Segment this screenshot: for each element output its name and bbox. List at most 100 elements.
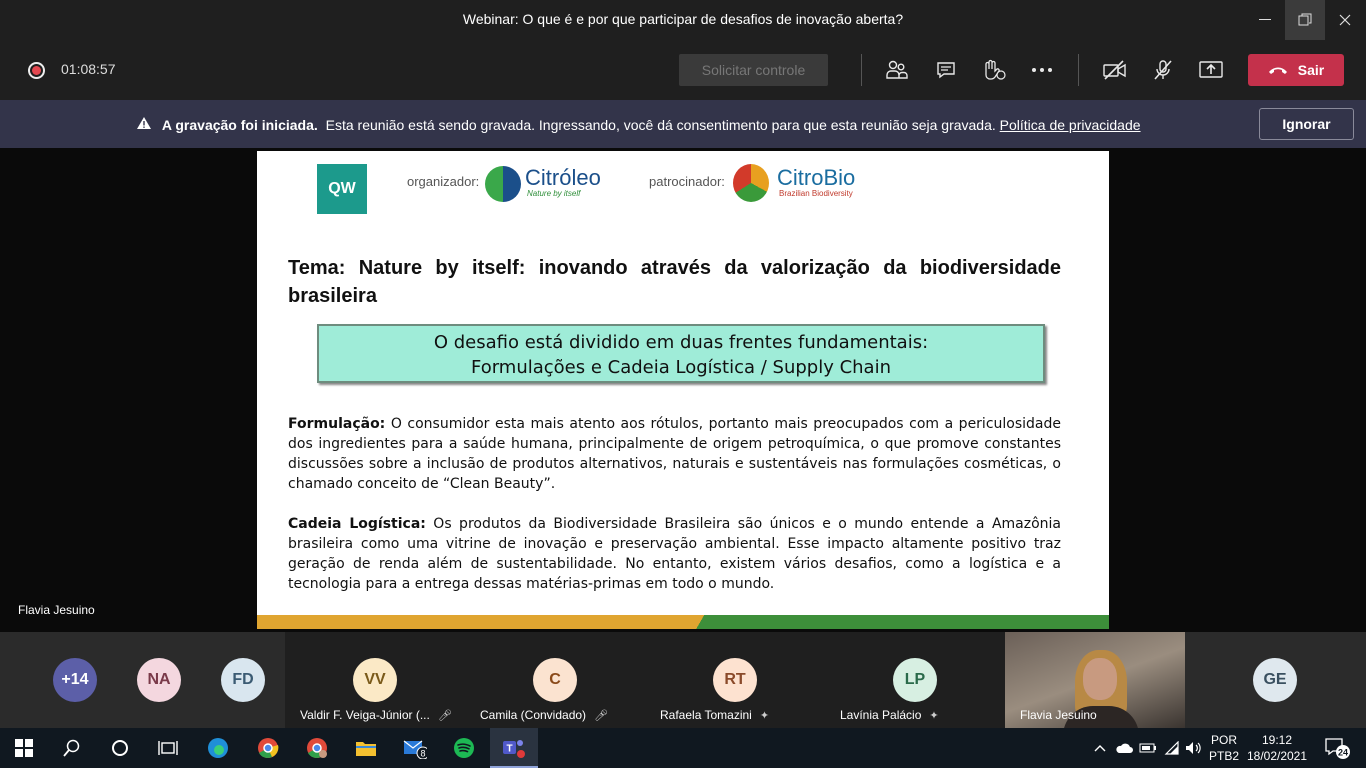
share-screen-icon [1199,61,1223,78]
camera-toggle-button[interactable] [1102,57,1128,83]
clock[interactable]: 19:12 18/02/2021 [1244,732,1310,764]
qw-logo: QW [317,164,367,214]
video-person-face [1083,658,1117,700]
close-button[interactable] [1325,0,1365,40]
folder-icon [356,742,376,756]
raise-hand-icon [985,59,1006,80]
cortana-button[interactable] [108,736,132,760]
chat-button[interactable] [933,57,959,83]
formulation-label: Formulação: [288,416,386,432]
minimize-icon [1259,19,1271,20]
organizer-label: organizador: [407,174,480,189]
keyboard-layout: PTB2 [1208,749,1239,763]
participant-tile[interactable]: LP Lavínia Palácio ✦ [825,632,1005,728]
chevron-up-icon [1094,745,1106,752]
more-options-button[interactable] [1029,57,1055,83]
participant-name: Lavínia Palácio ✦ [840,708,939,722]
close-icon [1339,14,1351,26]
dismiss-button[interactable]: Ignorar [1259,108,1354,140]
sponsor-tagline: Brazilian Biodiversity [779,189,853,198]
participant-name: Camila (Convidado) 🎤︎ [480,708,609,722]
file-explorer-app[interactable] [354,736,378,760]
camera-off-icon [1103,60,1126,80]
participant-video-tile[interactable]: Flavia Jesuino [1005,632,1185,728]
share-button[interactable] [1198,57,1224,83]
restore-button[interactable] [1285,0,1325,40]
participant-tile[interactable]: RT Rafaela Tomazini ✦ [645,632,825,728]
mic-toggle-button[interactable] [1150,57,1176,83]
leave-button[interactable]: Sair [1248,54,1344,86]
participant-avatar: VV [353,658,397,702]
search-button[interactable] [60,736,84,760]
task-view-button[interactable] [156,736,180,760]
spotify-app[interactable] [452,736,476,760]
people-icon [886,60,908,79]
meeting-control-bar: 01:08:57 Solicitar controle Sair [0,40,1366,100]
meeting-timer: 01:08:57 [61,61,116,77]
notification-count: 24 [1338,748,1348,758]
search-icon [63,739,80,757]
mic-off-icon [1154,60,1172,80]
participant-avatar[interactable]: FD [221,658,265,702]
participant-strip: +14 NA FD VV Valdir F. Veiga-Júnior (...… [0,632,1366,728]
task-view-icon [158,741,178,755]
mic-off-icon: ✦ [929,710,939,722]
warning-icon [137,117,151,129]
window-title: Webinar: O que é e por que participar de… [462,11,904,27]
wifi-button[interactable] [1160,736,1184,760]
chrome-profile-icon [307,738,327,758]
windows-taskbar: 8 T POR PTB2 19:12 18/02/2021 24 [0,728,1366,768]
battery-icon [1139,743,1156,753]
minimize-button[interactable] [1245,0,1285,40]
banner-title: A gravação foi iniciada. [161,117,318,133]
ellipsis-icon [1032,68,1052,72]
citrobio-logo-icon [733,164,769,202]
chat-icon [937,62,955,79]
cortana-icon [112,740,128,756]
divider [861,54,862,86]
organizer-name: Citróleo [525,165,601,190]
chrome-profile-app[interactable] [305,736,329,760]
participant-tile[interactable]: VV Valdir F. Veiga-Júnior (... 🎤︎ [285,632,465,728]
volume-button[interactable] [1182,736,1206,760]
sponsor-name: CitroBio [777,165,856,190]
cloud-icon [1116,743,1133,753]
shared-slide: QW organizador: Citróleo Nature by itsel… [257,151,1109,629]
onedrive-button[interactable] [1112,736,1136,760]
privacy-policy-link[interactable]: Política de privacidade [1000,117,1141,133]
action-center-button[interactable]: 24 [1324,736,1352,760]
title-bar: Webinar: O que é e por que participar de… [0,0,1366,40]
challenge-box: O desafio está dividido em duas frentes … [317,324,1045,383]
windows-logo-icon [15,739,33,757]
chrome-app[interactable] [256,736,280,760]
restore-icon [1298,13,1312,26]
start-button[interactable] [12,736,36,760]
recording-icon [28,62,45,79]
input-language[interactable]: POR PTB2 [1208,732,1240,764]
teams-app[interactable]: T [502,736,526,760]
show-hidden-icons-button[interactable] [1088,736,1112,760]
clock-time: 19:12 [1261,733,1293,747]
overflow-participants-button[interactable]: +14 [53,658,97,702]
language-code: POR [1210,733,1237,747]
wifi-icon [1164,741,1179,755]
leave-label: Sair [1297,62,1325,78]
mail-app[interactable]: 8 [403,736,427,760]
edge-app[interactable] [206,736,230,760]
participant-avatar: LP [893,658,937,702]
notifications-icon: 24 [1325,738,1350,759]
mail-icon: 8 [403,740,427,759]
request-control-button[interactable]: Solicitar controle [679,54,828,86]
battery-button[interactable] [1136,736,1160,760]
organizer-tagline: Nature by itself [527,189,581,198]
participant-avatar[interactable]: NA [137,658,181,702]
participant-name: Valdir F. Veiga-Júnior (... 🎤︎ [300,708,452,722]
participants-button[interactable] [884,57,910,83]
citroleo-logo-icon [485,166,521,202]
reactions-button[interactable] [981,57,1007,83]
formulation-paragraph: Formulação: O consumidor esta mais atent… [288,414,1061,494]
mic-off-icon: ✦ [759,710,770,722]
participant-avatar[interactable]: GE [1253,658,1297,702]
hangup-icon [1268,67,1287,74]
participant-tile[interactable]: C Camila (Convidado) 🎤︎ [465,632,645,728]
